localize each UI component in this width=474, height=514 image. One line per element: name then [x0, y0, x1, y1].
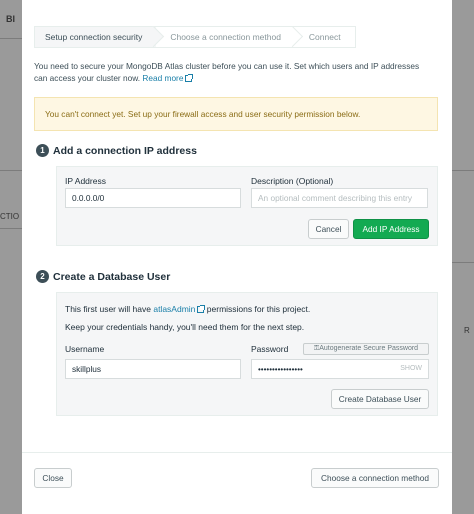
breadcrumb-step-method[interactable]: Choose a connection method — [156, 27, 295, 47]
breadcrumb-step-connect[interactable]: Connect — [295, 27, 355, 47]
intro-body: You need to secure your MongoDB Atlas cl… — [34, 61, 420, 83]
background-left-panel: BI CTIO — [0, 0, 24, 514]
intro-text: You need to secure your MongoDB Atlas cl… — [34, 60, 434, 84]
database-user-panel: This first user will have atlasAdmin per… — [56, 292, 438, 416]
footer-divider — [22, 452, 452, 453]
user-permission-info: This first user will have atlasAdmin per… — [65, 304, 311, 314]
step1-heading: 1 Add a connection IP address — [36, 144, 197, 157]
step2-title: Create a Database User — [53, 270, 171, 283]
ip-address-label: IP Address — [65, 176, 106, 186]
credentials-hint: Keep your credentials handy, you'll need… — [65, 322, 305, 332]
ip-address-input[interactable]: 0.0.0.0/0 — [65, 188, 241, 208]
description-input[interactable]: An optional comment describing this entr… — [251, 188, 428, 208]
password-mask: •••••••••••••••• — [258, 365, 303, 374]
connect-modal: Setup connection security Choose a conne… — [22, 0, 452, 514]
username-input[interactable]: skillplus — [65, 359, 241, 379]
breadcrumb-step-security[interactable]: Setup connection security — [35, 27, 157, 47]
step2-number-badge: 2 — [36, 270, 49, 283]
background-label-2: CTIO — [0, 212, 20, 221]
breadcrumb: Setup connection security Choose a conne… — [34, 26, 356, 48]
external-link-icon — [197, 305, 206, 313]
cancel-button[interactable]: Cancel — [308, 219, 349, 239]
autogenerate-password-button[interactable]: ⚿Autogenerate Secure Password — [303, 343, 429, 355]
choose-connection-method-button[interactable]: Choose a connection method — [311, 468, 439, 488]
add-ip-address-button[interactable]: Add IP Address — [353, 219, 429, 239]
external-link-icon — [185, 74, 194, 82]
read-more-link[interactable]: Read more — [142, 73, 194, 83]
create-database-user-button[interactable]: Create Database User — [331, 389, 429, 409]
ip-address-panel: IP Address 0.0.0.0/0 Description (Option… — [56, 166, 438, 246]
password-input[interactable]: •••••••••••••••• SHOW — [251, 359, 429, 379]
background-label-right: R — [464, 326, 470, 335]
description-label: Description (Optional) — [251, 176, 334, 186]
atlas-admin-link[interactable]: atlasAdmin — [153, 304, 206, 314]
step1-number-badge: 1 — [36, 144, 49, 157]
show-password-toggle[interactable]: SHOW — [400, 360, 422, 378]
background-label: BI — [6, 14, 15, 24]
step1-title: Add a connection IP address — [53, 144, 197, 157]
step2-heading: 2 Create a Database User — [36, 270, 170, 283]
password-label: Password — [251, 344, 289, 354]
username-label: Username — [65, 344, 105, 354]
close-button[interactable]: Close — [34, 468, 72, 488]
connection-warning: You can't connect yet. Set up your firew… — [34, 97, 438, 131]
